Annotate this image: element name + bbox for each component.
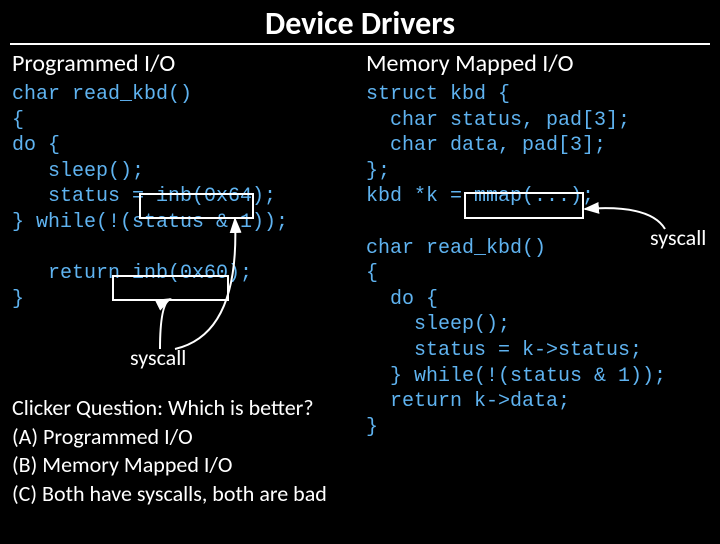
question-line1: Clicker Question: Which is better? (12, 394, 327, 423)
right-heading: Memory Mapped I/O (366, 49, 708, 78)
right-code: struct kbd { char status, pad[3]; char d… (366, 82, 708, 440)
slide-title: Device Drivers (0, 4, 720, 43)
title-rule (10, 43, 710, 45)
question-line4: (C) Both have syscalls, both are bad (12, 480, 327, 509)
columns: Programmed I/O char read_kbd() { do { sl… (0, 49, 720, 440)
left-column: Programmed I/O char read_kbd() { do { sl… (12, 49, 360, 440)
left-code: char read_kbd() { do { sleep(); status =… (12, 82, 354, 312)
question-line2: (A) Programmed I/O (12, 423, 327, 452)
left-heading: Programmed I/O (12, 49, 354, 78)
syscall-left-label: syscall (130, 344, 186, 371)
clicker-question: Clicker Question: Which is better? (A) P… (12, 394, 327, 508)
syscall-right-label: syscall (650, 224, 706, 251)
question-line3: (B) Memory Mapped I/O (12, 451, 327, 480)
